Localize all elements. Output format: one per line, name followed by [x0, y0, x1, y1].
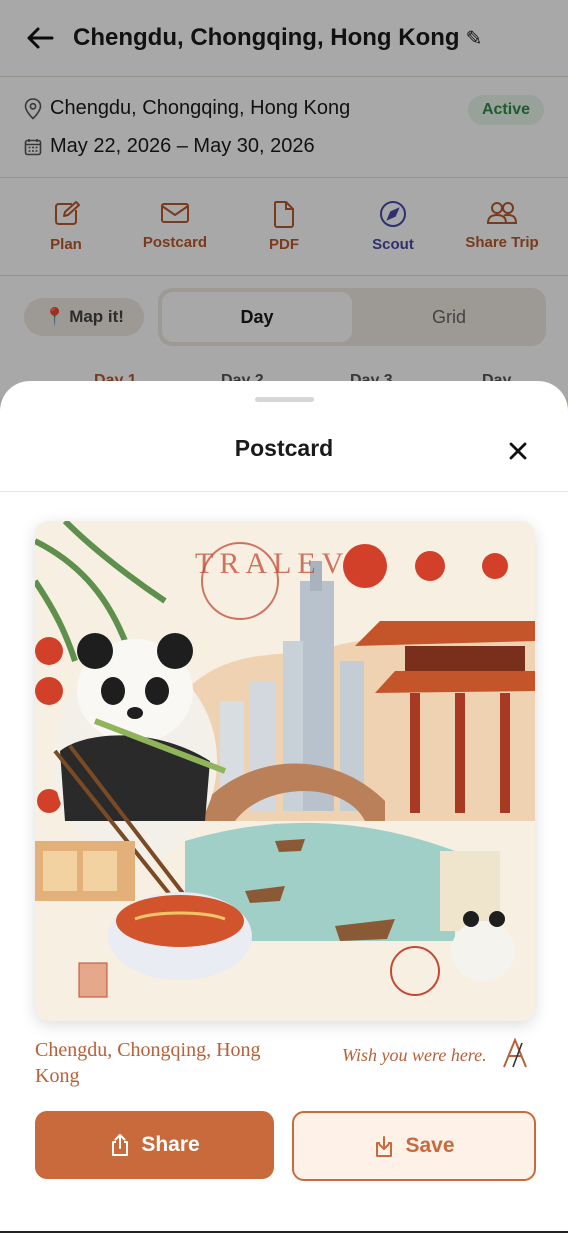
- save-button[interactable]: Save: [292, 1111, 536, 1181]
- sheet-title: Postcard: [234, 435, 334, 461]
- postcard-watermark: TRALEV: [195, 547, 349, 580]
- postcard-illustration: TRALEV: [35, 521, 535, 1021]
- sheet-divider: [0, 491, 568, 492]
- postcard-caption-wish: Wish you were here.: [342, 1045, 487, 1065]
- share-button[interactable]: Share: [35, 1111, 274, 1179]
- postcard-caption-location: Chengdu, Chongqing, Hong Kong: [35, 1039, 261, 1087]
- postcard-sheet: Postcard TRALEV Chengdu, Chongqing, Hong…: [0, 381, 568, 1233]
- download-icon: [376, 1136, 393, 1157]
- save-label: Save: [405, 1134, 455, 1157]
- close-button[interactable]: [500, 433, 536, 469]
- postcard-image: TRALEV: [35, 521, 535, 1021]
- share-icon: [112, 1134, 129, 1156]
- share-label: Share: [141, 1133, 200, 1156]
- sheet-grabber[interactable]: [255, 397, 314, 402]
- close-icon: [509, 442, 527, 460]
- brand-logo-icon: [503, 1037, 527, 1068]
